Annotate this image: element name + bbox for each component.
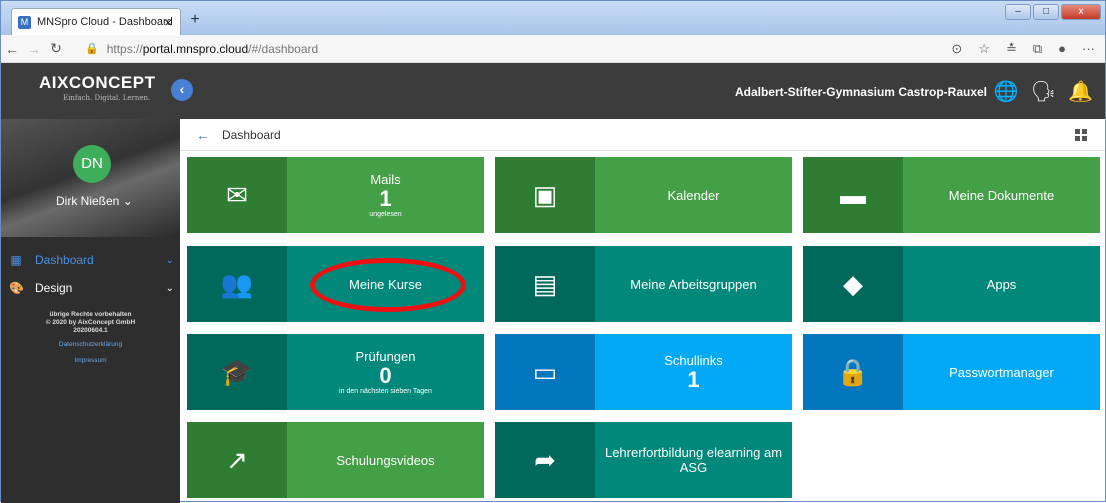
user-menu[interactable]: Dirk Nießen ⌄	[56, 194, 133, 208]
school-name: Adalbert-Stifter-Gymnasium Castrop-Rauxe…	[734, 85, 987, 99]
aixconcept-logo[interactable]: AIXCONCEPT	[39, 73, 155, 93]
profile-icon[interactable]: ●	[1058, 41, 1066, 57]
footer-version: 20200604.1	[73, 327, 108, 334]
chevron-down-icon: ⌄	[165, 254, 174, 266]
browser-window: M MNSpro Cloud - Dashboard × + – □ x ← →…	[0, 0, 1106, 503]
url-field[interactable]: 🔒 https:// portal.mnspro.cloud /#/dashbo…	[85, 42, 318, 56]
refresh-icon[interactable]: ↻	[45, 40, 67, 57]
tile-kalender[interactable]: ▣ Kalender	[495, 157, 792, 233]
tile-meine-arbeitsgruppen[interactable]: ▤ Meine Arbeitsgruppen	[495, 246, 792, 322]
maximize-button[interactable]: □	[1033, 4, 1059, 20]
close-window-button[interactable]: x	[1061, 4, 1101, 20]
back-icon[interactable]: ←	[1, 41, 23, 57]
tile-label: Meine Dokumente	[948, 187, 1055, 203]
favorite-star-icon[interactable]: ☆	[978, 41, 990, 57]
favicon-icon: M	[18, 15, 31, 29]
mail-icon: ✉	[187, 157, 287, 233]
user-name: Dirk Nießen	[56, 194, 120, 208]
tile-count: 1	[379, 186, 392, 211]
tile-sub: ungelesen	[369, 211, 402, 218]
graduation-icon: 🎓	[187, 334, 287, 410]
tile-label: Meine Kurse	[349, 276, 422, 292]
footer-copyright: © 2020 by AixConcept GmbH	[45, 319, 136, 326]
tile-label: Prüfungen	[355, 349, 416, 364]
calendar-icon: ▣	[495, 157, 595, 233]
browser-icon: ▭	[495, 334, 595, 410]
chevron-down-icon: ⌄	[165, 282, 174, 294]
tile-meine-dokumente[interactable]: ▬ Meine Dokumente	[803, 157, 1100, 233]
sidebar-item-dashboard[interactable]: ▦ Dashboard ⌄	[1, 247, 180, 273]
tile-label: Lehrerfortbildung elearning am ASG	[604, 445, 783, 475]
tile-label: Schullinks	[664, 352, 723, 368]
sidebar-collapse-button[interactable]: ‹	[171, 79, 193, 101]
tile-sub: in den nächsten sieben Tagen	[339, 388, 432, 395]
lock-icon: 🔒	[803, 334, 903, 410]
browser-tab[interactable]: M MNSpro Cloud - Dashboard ×	[11, 8, 181, 35]
tile-count: 1	[687, 366, 700, 392]
tile-pruefungen[interactable]: 🎓 Prüfungen 0 in den nächsten sieben Tag…	[187, 334, 484, 410]
new-tab-button[interactable]: +	[185, 11, 205, 31]
tile-label: Kalender	[667, 187, 720, 203]
footer-rights: übrige Rechte vorbehalten	[49, 311, 132, 318]
globe-icon[interactable]: 🌐	[994, 79, 1019, 104]
url-path: /#/dashboard	[248, 41, 319, 56]
people-icon: 👥	[187, 246, 287, 322]
tile-passwortmanager[interactable]: 🔒 Passwortmanager	[803, 334, 1100, 410]
collections-icon[interactable]: ⧉	[1033, 41, 1042, 57]
privacy-link[interactable]: Datenschutzerklärung	[1, 341, 180, 349]
tile-count: 0	[379, 363, 392, 388]
tab-title: MNSpro Cloud - Dashboard	[37, 16, 173, 28]
workgroup-icon: ▤	[495, 246, 595, 322]
tile-label: Passwortmanager	[949, 364, 1054, 380]
chevron-down-icon: ⌄	[122, 194, 133, 208]
window-controls: – □ x	[1005, 4, 1101, 20]
url-host: portal.mnspro.cloud	[142, 41, 249, 56]
breadcrumb: ← Dashboard	[180, 119, 1105, 151]
folder-icon: ▬	[803, 157, 903, 233]
address-bar: ← → ↻ 🔒 https:// portal.mnspro.cloud /#/…	[1, 35, 1105, 63]
favorites-icon[interactable]: ≛	[1006, 41, 1017, 57]
more-menu-icon[interactable]: ···	[1082, 41, 1095, 57]
tab-close-icon[interactable]: ×	[164, 15, 172, 30]
minimize-button[interactable]: –	[1005, 4, 1031, 20]
tab-bar: M MNSpro Cloud - Dashboard × + – □ x	[1, 1, 1105, 35]
tile-schullinks[interactable]: ▭ Schullinks 1	[495, 334, 792, 410]
header-icons: 🌐 🗣 🔔	[994, 79, 1093, 104]
tile-apps[interactable]: ◆ Apps	[803, 246, 1100, 322]
sidebar-item-design[interactable]: 🎨 Design ⌄	[1, 275, 180, 301]
tile-meine-kurse[interactable]: 👥 Meine Kurse	[187, 246, 484, 322]
reader-icon[interactable]: ⊙	[951, 41, 962, 57]
directions-icon: ➦	[495, 422, 595, 498]
breadcrumb-label: Dashboard	[222, 127, 281, 142]
tile-label: Mails	[370, 172, 401, 187]
external-link-icon: ↗	[187, 422, 287, 498]
dashboard-icon: ▦	[10, 253, 22, 267]
notification-bell-icon[interactable]: 🔔	[1068, 79, 1093, 104]
tile-schulungsvideos[interactable]: ↗ Schulungsvideos	[187, 422, 484, 498]
apps-icon: ◆	[803, 246, 903, 322]
layout-grid-icon[interactable]	[1075, 129, 1087, 141]
sidebar-item-label: Dashboard	[35, 253, 94, 267]
sidebar-item-label: Design	[35, 281, 73, 295]
tile-label: Schulungsvideos	[336, 452, 435, 468]
imprint-link[interactable]: Impressum	[1, 357, 180, 365]
avatar[interactable]: DN	[73, 145, 111, 183]
tile-label: Meine Arbeitsgruppen	[630, 276, 757, 292]
back-arrow-icon[interactable]: ←	[196, 127, 210, 143]
logo-tagline: Einfach. Digital. Lernen.	[63, 94, 151, 102]
palette-icon: 🎨	[9, 281, 24, 295]
voice-icon[interactable]: 🗣	[1031, 79, 1056, 104]
browser-toolbar: ⊙ ☆ ≛ ⧉ ● ···	[951, 41, 1095, 57]
tile-label: Apps	[986, 276, 1017, 292]
tile-lehrerfortbildung[interactable]: ➦ Lehrerfortbildung elearning am ASG	[495, 422, 792, 498]
tile-mails[interactable]: ✉ Mails 1 ungelesen	[187, 157, 484, 233]
lock-icon: 🔒	[85, 43, 99, 55]
forward-icon[interactable]: →	[23, 41, 45, 57]
url-prefix: https://	[106, 41, 143, 56]
